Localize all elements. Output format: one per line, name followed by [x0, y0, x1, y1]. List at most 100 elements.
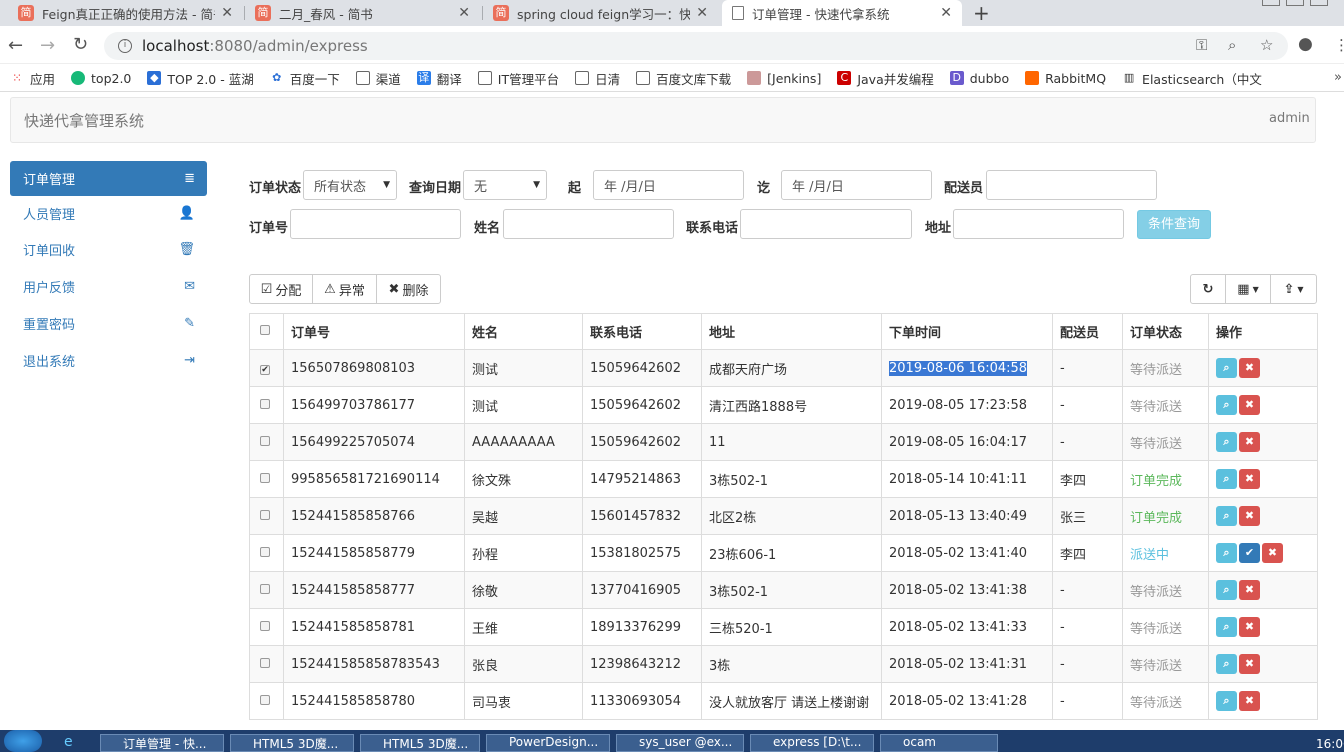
remove-button[interactable]: ✖ — [1239, 358, 1260, 378]
column-header[interactable]: 地址 — [701, 313, 882, 350]
browser-tab-3[interactable]: 简 spring cloud feign学习一：快速 ✕ — [483, 0, 718, 26]
maximize-icon[interactable] — [1286, 0, 1304, 6]
abnormal-button[interactable]: ⚠ 异常 — [312, 274, 377, 304]
zoom-icon[interactable]: ⌕ — [1228, 36, 1236, 54]
status-select[interactable]: 所有状态 ▼ — [303, 170, 397, 200]
view-button[interactable]: ⌕ — [1216, 654, 1237, 674]
row-checkbox[interactable] — [260, 583, 270, 594]
remove-button[interactable]: ✖ — [1239, 580, 1260, 600]
row-checkbox[interactable] — [260, 509, 270, 520]
bookmark-item[interactable]: 译翻译 — [416, 69, 462, 88]
back-arrow-icon[interactable]: ← — [8, 35, 23, 56]
assign-button[interactable]: ☑ 分配 — [249, 274, 313, 304]
remove-button[interactable]: ✖ — [1239, 469, 1260, 489]
export-button[interactable]: ⇪ ▼ — [1270, 274, 1317, 304]
bookmark-item[interactable]: C Java并发编程 — [837, 69, 934, 88]
bookmark-item[interactable]: 百度文库下载 — [636, 69, 731, 88]
delete-button[interactable]: ✖ 删除 — [376, 274, 441, 304]
table-row[interactable]: 156499225705074 AAAAAAAAA 15059642602 11 201… — [249, 423, 1318, 461]
remove-button[interactable]: ✖ — [1239, 506, 1260, 526]
sidebar-item-reset-password[interactable]: 重置密码 ✎ — [10, 306, 207, 341]
table-row[interactable]: 156499703786177 测试 15059642602 清江西路1888号 201… — [249, 386, 1318, 424]
column-header[interactable]: 联系电话 — [582, 313, 702, 350]
column-header[interactable]: 订单状态 — [1122, 313, 1209, 350]
close-icon[interactable]: ✕ — [458, 5, 470, 21]
courier-input[interactable] — [986, 170, 1157, 200]
view-button[interactable]: ⌕ — [1216, 395, 1237, 415]
columns-button[interactable]: ▦ ▼ — [1225, 274, 1271, 304]
search-button[interactable]: 条件查询 — [1137, 210, 1211, 239]
from-date-input[interactable]: 年 /月/日 — [593, 170, 744, 200]
user-name[interactable]: admin — [1269, 111, 1310, 126]
row-checkbox[interactable] — [260, 546, 270, 557]
more-bookmarks-icon[interactable]: » — [1334, 70, 1342, 85]
bookmark-item[interactable]: top2.0 — [71, 71, 131, 86]
bookmark-item[interactable]: ✿ 百度一下 — [270, 69, 340, 88]
sidebar-item-feedback[interactable]: 用户反馈 ✉ — [10, 269, 207, 304]
bookmark-item[interactable]: 渠道 — [355, 69, 401, 88]
bookmark-item[interactable]: IT管理平台 — [477, 69, 559, 88]
row-checkbox[interactable] — [260, 398, 270, 409]
remove-button[interactable]: ✖ — [1239, 432, 1260, 452]
ie-icon[interactable]: e — [64, 734, 73, 750]
table-row[interactable]: 152441585858766 吴越 15601457832 北区2栋 2018-05-… — [249, 497, 1318, 535]
sidebar-item-recycle[interactable]: 订单回收 🗑 — [10, 232, 207, 267]
close-icon[interactable]: ✕ — [696, 5, 708, 21]
close-icon[interactable]: ✕ — [221, 5, 233, 21]
taskbar-item[interactable]: PowerDesign... — [486, 734, 610, 752]
row-checkbox[interactable] — [260, 620, 270, 631]
minimize-icon[interactable] — [1262, 0, 1280, 6]
address-input[interactable] — [953, 209, 1124, 239]
order-no-input[interactable] — [290, 209, 461, 239]
view-button[interactable]: ⌕ — [1216, 469, 1237, 489]
app-brand[interactable]: 快递代拿管理系统 — [24, 110, 144, 131]
reload-icon[interactable]: ↻ — [73, 34, 88, 55]
column-header[interactable]: 姓名 — [464, 313, 583, 350]
row-checkbox[interactable] — [260, 694, 270, 705]
address-bar[interactable]: i localhost:8080/admin/express — [104, 32, 1288, 60]
date-select[interactable]: 无 ▼ — [463, 170, 547, 200]
column-header[interactable]: 配送员 — [1052, 313, 1123, 350]
close-icon[interactable]: ✕ — [940, 5, 952, 21]
to-date-input[interactable]: 年 /月/日 — [781, 170, 932, 200]
table-row[interactable]: 152441585858781 王维 18913376299 三栋520-1 2018-… — [249, 608, 1318, 646]
bookmark-item[interactable]: RabbitMQ — [1025, 71, 1106, 86]
sidebar-item-orders[interactable]: 订单管理 ≣ — [10, 161, 207, 196]
forward-arrow-icon[interactable]: → — [40, 35, 55, 56]
view-button[interactable]: ⌕ — [1216, 506, 1237, 526]
browser-tab-1[interactable]: 简 Feign真正正确的使用方法 - 简书 ✕ — [8, 0, 243, 26]
remove-button[interactable]: ✖ — [1239, 617, 1260, 637]
site-info-icon[interactable]: i — [118, 39, 132, 53]
table-row[interactable]: 152441585858783543 张良 12398643212 3栋 2018-05… — [249, 645, 1318, 683]
window-close-icon[interactable] — [1310, 0, 1328, 6]
browser-tab-2[interactable]: 简 二月_春风 - 简书 ✕ — [245, 0, 480, 26]
taskbar-item[interactable]: express [D:\t... — [750, 734, 874, 752]
sidebar-item-logout[interactable]: 退出系统 ⇥ — [10, 343, 207, 378]
bookmark-item[interactable]: Ddubbo — [949, 71, 1009, 86]
taskbar-item[interactable]: 订单管理 - 快... — [100, 734, 224, 752]
bookmark-item[interactable]: ◆ TOP 2.0 - 蓝湖 — [147, 69, 254, 88]
row-checkbox[interactable] — [260, 472, 270, 483]
table-row[interactable]: ✔ 156507869808103 测试 15059642602 成都天府广场 2019-… — [249, 349, 1318, 387]
new-tab-icon[interactable]: + — [973, 1, 990, 25]
row-checkbox[interactable]: ✔ — [260, 364, 270, 375]
row-checkbox[interactable] — [260, 657, 270, 668]
table-row[interactable]: 152441585858777 徐敬 13770416905 3栋502-1 2018-… — [249, 571, 1318, 609]
view-button[interactable]: ⌕ — [1216, 543, 1237, 563]
table-row[interactable]: 152441585858779 孙程 15381802575 23栋606-1 2018… — [249, 534, 1318, 572]
refresh-button[interactable]: ↻ — [1190, 274, 1226, 304]
row-checkbox[interactable] — [260, 435, 270, 446]
star-icon[interactable]: ☆ — [1260, 36, 1273, 54]
bookmark-item[interactable]: [Jenkins] — [747, 71, 821, 86]
bookmark-apps[interactable]: ⁙ 应用 — [10, 69, 55, 88]
table-row[interactable]: 995856581721690114 徐文殊 14795214863 3栋502-1 2… — [249, 460, 1318, 498]
key-icon[interactable]: ⚿ — [1196, 36, 1207, 54]
bookmark-item[interactable]: 日清 — [575, 69, 620, 88]
view-button[interactable]: ⌕ — [1216, 432, 1237, 452]
view-button[interactable]: ⌕ — [1216, 358, 1237, 378]
table-row[interactable]: 152441585858780 司马衷 11330693054 没人就放客厅 请送上楼… — [249, 682, 1318, 720]
remove-button[interactable]: ✖ — [1262, 543, 1283, 563]
profile-icon[interactable]: ● — [1298, 34, 1313, 54]
taskbar-item[interactable]: HTML5 3D魔... — [360, 734, 480, 752]
remove-button[interactable]: ✖ — [1239, 395, 1260, 415]
